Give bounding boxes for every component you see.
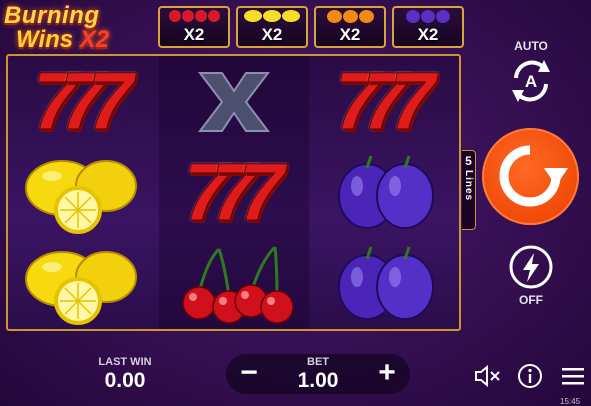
menu-button[interactable] (558, 362, 588, 390)
logo-wins: Wins (16, 26, 74, 53)
spin-icon (499, 145, 568, 207)
multiplier-label: X2 (339, 25, 361, 44)
reel-2: 777 (159, 56, 309, 329)
bet-increase-button[interactable]: + (366, 354, 408, 394)
multiplier-orange: X2 (314, 6, 386, 48)
turbo-lightning-icon (509, 245, 553, 289)
multiplier-label: X2 (183, 25, 205, 44)
lemon-icon (25, 250, 137, 325)
plum-symbol (310, 238, 460, 329)
menu-icon (562, 368, 584, 385)
last-win-value: 0.00 (104, 369, 146, 392)
plum-icon (338, 155, 434, 229)
x-icon (197, 71, 271, 132)
plum-icons (394, 10, 462, 24)
multiplier-plum: X2 (392, 6, 464, 48)
reel-3: 777 (310, 56, 460, 329)
autoplay-icon: A (512, 60, 550, 102)
turbo-state-label: OFF (519, 293, 543, 307)
info-icon (518, 364, 542, 388)
seven-symbol: 777 (334, 55, 436, 147)
lemon-symbol (8, 147, 158, 238)
multiplier-label: X2 (261, 25, 283, 44)
logo-x2: X2 (79, 26, 110, 53)
logo-line-2: Wins X2 (16, 26, 109, 54)
lemon-symbol (8, 238, 158, 329)
paylines-indicator: 5 Lines (462, 150, 476, 230)
sound-muted-icon (475, 364, 500, 388)
multiplier-cherry: X2 (158, 6, 230, 48)
game-logo: Burning Wins X2 (2, 0, 152, 56)
auto-label: AUTO (514, 39, 548, 53)
svg-text:A: A (525, 72, 537, 91)
bet-decrease-button[interactable]: − (228, 354, 270, 394)
cherry-symbol (159, 238, 309, 329)
seven-symbol: 777 (183, 146, 285, 238)
bet-value: 1.00 (297, 369, 339, 392)
multiplier-lemon: X2 (236, 6, 308, 48)
lemon-icons (238, 10, 306, 24)
info-button[interactable] (515, 362, 545, 390)
seven-symbol: 777 (32, 55, 134, 147)
plum-symbol (310, 147, 460, 238)
x-symbol (159, 56, 309, 147)
orange-icons (316, 10, 384, 24)
bet-label: BET (307, 356, 329, 368)
clock: 15:45 (560, 397, 581, 406)
turbo-button[interactable] (508, 244, 554, 290)
autoplay-button[interactable]: A (506, 56, 556, 106)
paylines-label: Lines (463, 170, 474, 202)
lemon-icon (25, 159, 137, 234)
last-win-label: LAST WIN (98, 356, 152, 368)
multiplier-label: X2 (417, 25, 439, 44)
reel-board: 777 7 7 7 7 7 7 (6, 54, 461, 331)
cherry-icon (182, 245, 294, 324)
spin-button[interactable] (482, 128, 579, 225)
sound-button[interactable] (472, 362, 502, 390)
reel-1: 777 (8, 56, 158, 329)
paylines-count: 5 (465, 154, 472, 168)
cherry-icons (160, 10, 228, 24)
plum-icon (338, 246, 434, 320)
